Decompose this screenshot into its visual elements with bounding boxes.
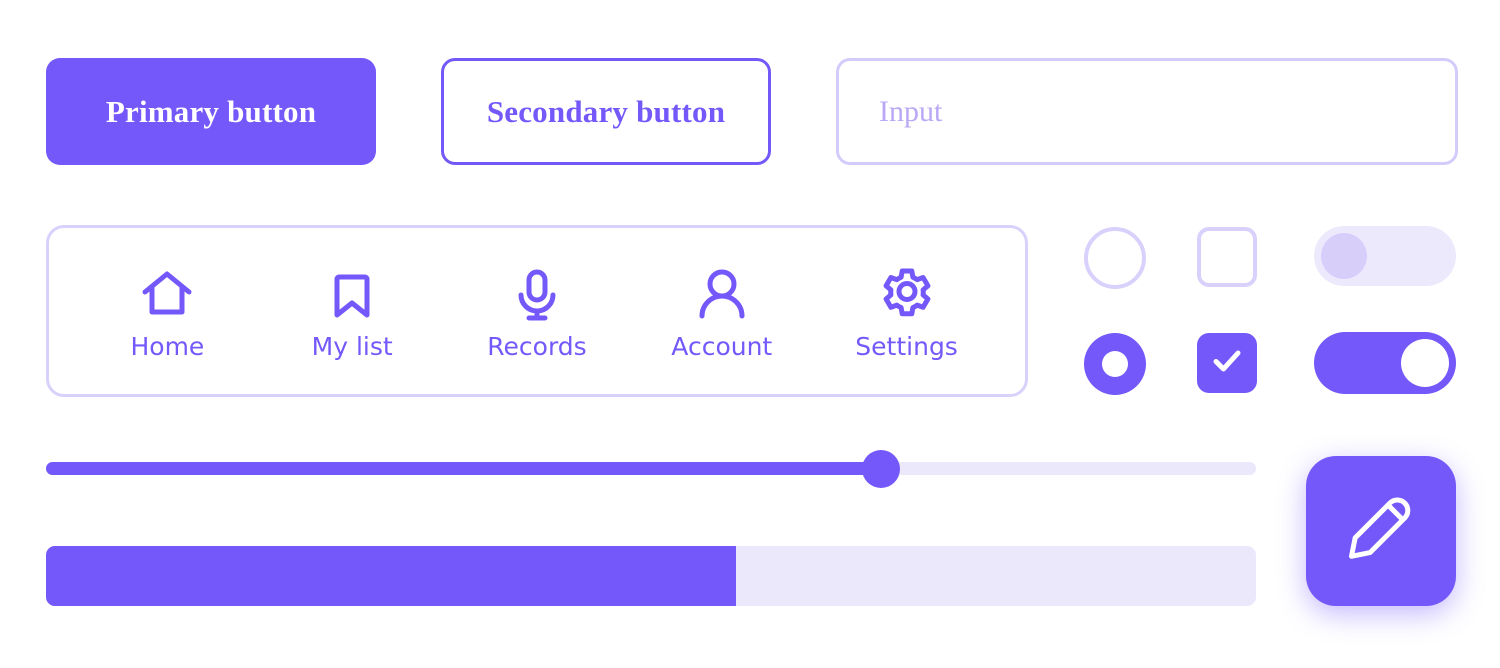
checkbox-unchecked[interactable]: [1197, 227, 1257, 287]
person-icon: [691, 264, 753, 326]
slider-thumb[interactable]: [861, 449, 900, 488]
toggle-switch-off[interactable]: [1314, 226, 1456, 286]
home-icon: [136, 264, 198, 326]
nav-label-home: Home: [130, 331, 205, 361]
bookmark-icon: [321, 264, 383, 326]
radio-inner-dot: [1102, 351, 1128, 377]
nav-label-settings: Settings: [855, 331, 958, 361]
nav-item-home[interactable]: Home: [92, 264, 242, 359]
nav-label-account: Account: [671, 331, 773, 361]
nav-item-my-list[interactable]: My list: [277, 264, 427, 359]
check-icon: [1208, 342, 1246, 384]
toggle-knob: [1401, 339, 1449, 387]
nav-item-settings[interactable]: Settings: [832, 264, 982, 359]
nav-item-account[interactable]: Account: [647, 264, 797, 359]
microphone-icon: [506, 264, 568, 326]
toggle-switch-on[interactable]: [1314, 332, 1456, 394]
bottom-navigation-bar: Home My list Records Account Settings: [46, 225, 1028, 397]
gear-icon: [876, 264, 938, 326]
nav-label-records: Records: [487, 331, 587, 361]
nav-item-records[interactable]: Records: [462, 264, 612, 359]
floating-action-button-edit[interactable]: [1306, 456, 1456, 606]
toggle-knob: [1321, 233, 1367, 279]
radio-button-selected[interactable]: [1084, 333, 1146, 395]
progress-bar: [46, 546, 1256, 606]
text-input[interactable]: [836, 58, 1458, 165]
progress-bar-fill: [46, 546, 736, 606]
slider-fill: [46, 462, 881, 475]
secondary-button[interactable]: Secondary button: [441, 58, 771, 165]
slider[interactable]: [46, 449, 1256, 488]
nav-label-my-list: My list: [311, 331, 393, 361]
primary-button[interactable]: Primary button: [46, 58, 376, 165]
checkbox-checked[interactable]: [1197, 333, 1257, 393]
pencil-icon: [1342, 491, 1420, 572]
radio-button-unselected[interactable]: [1084, 227, 1146, 289]
